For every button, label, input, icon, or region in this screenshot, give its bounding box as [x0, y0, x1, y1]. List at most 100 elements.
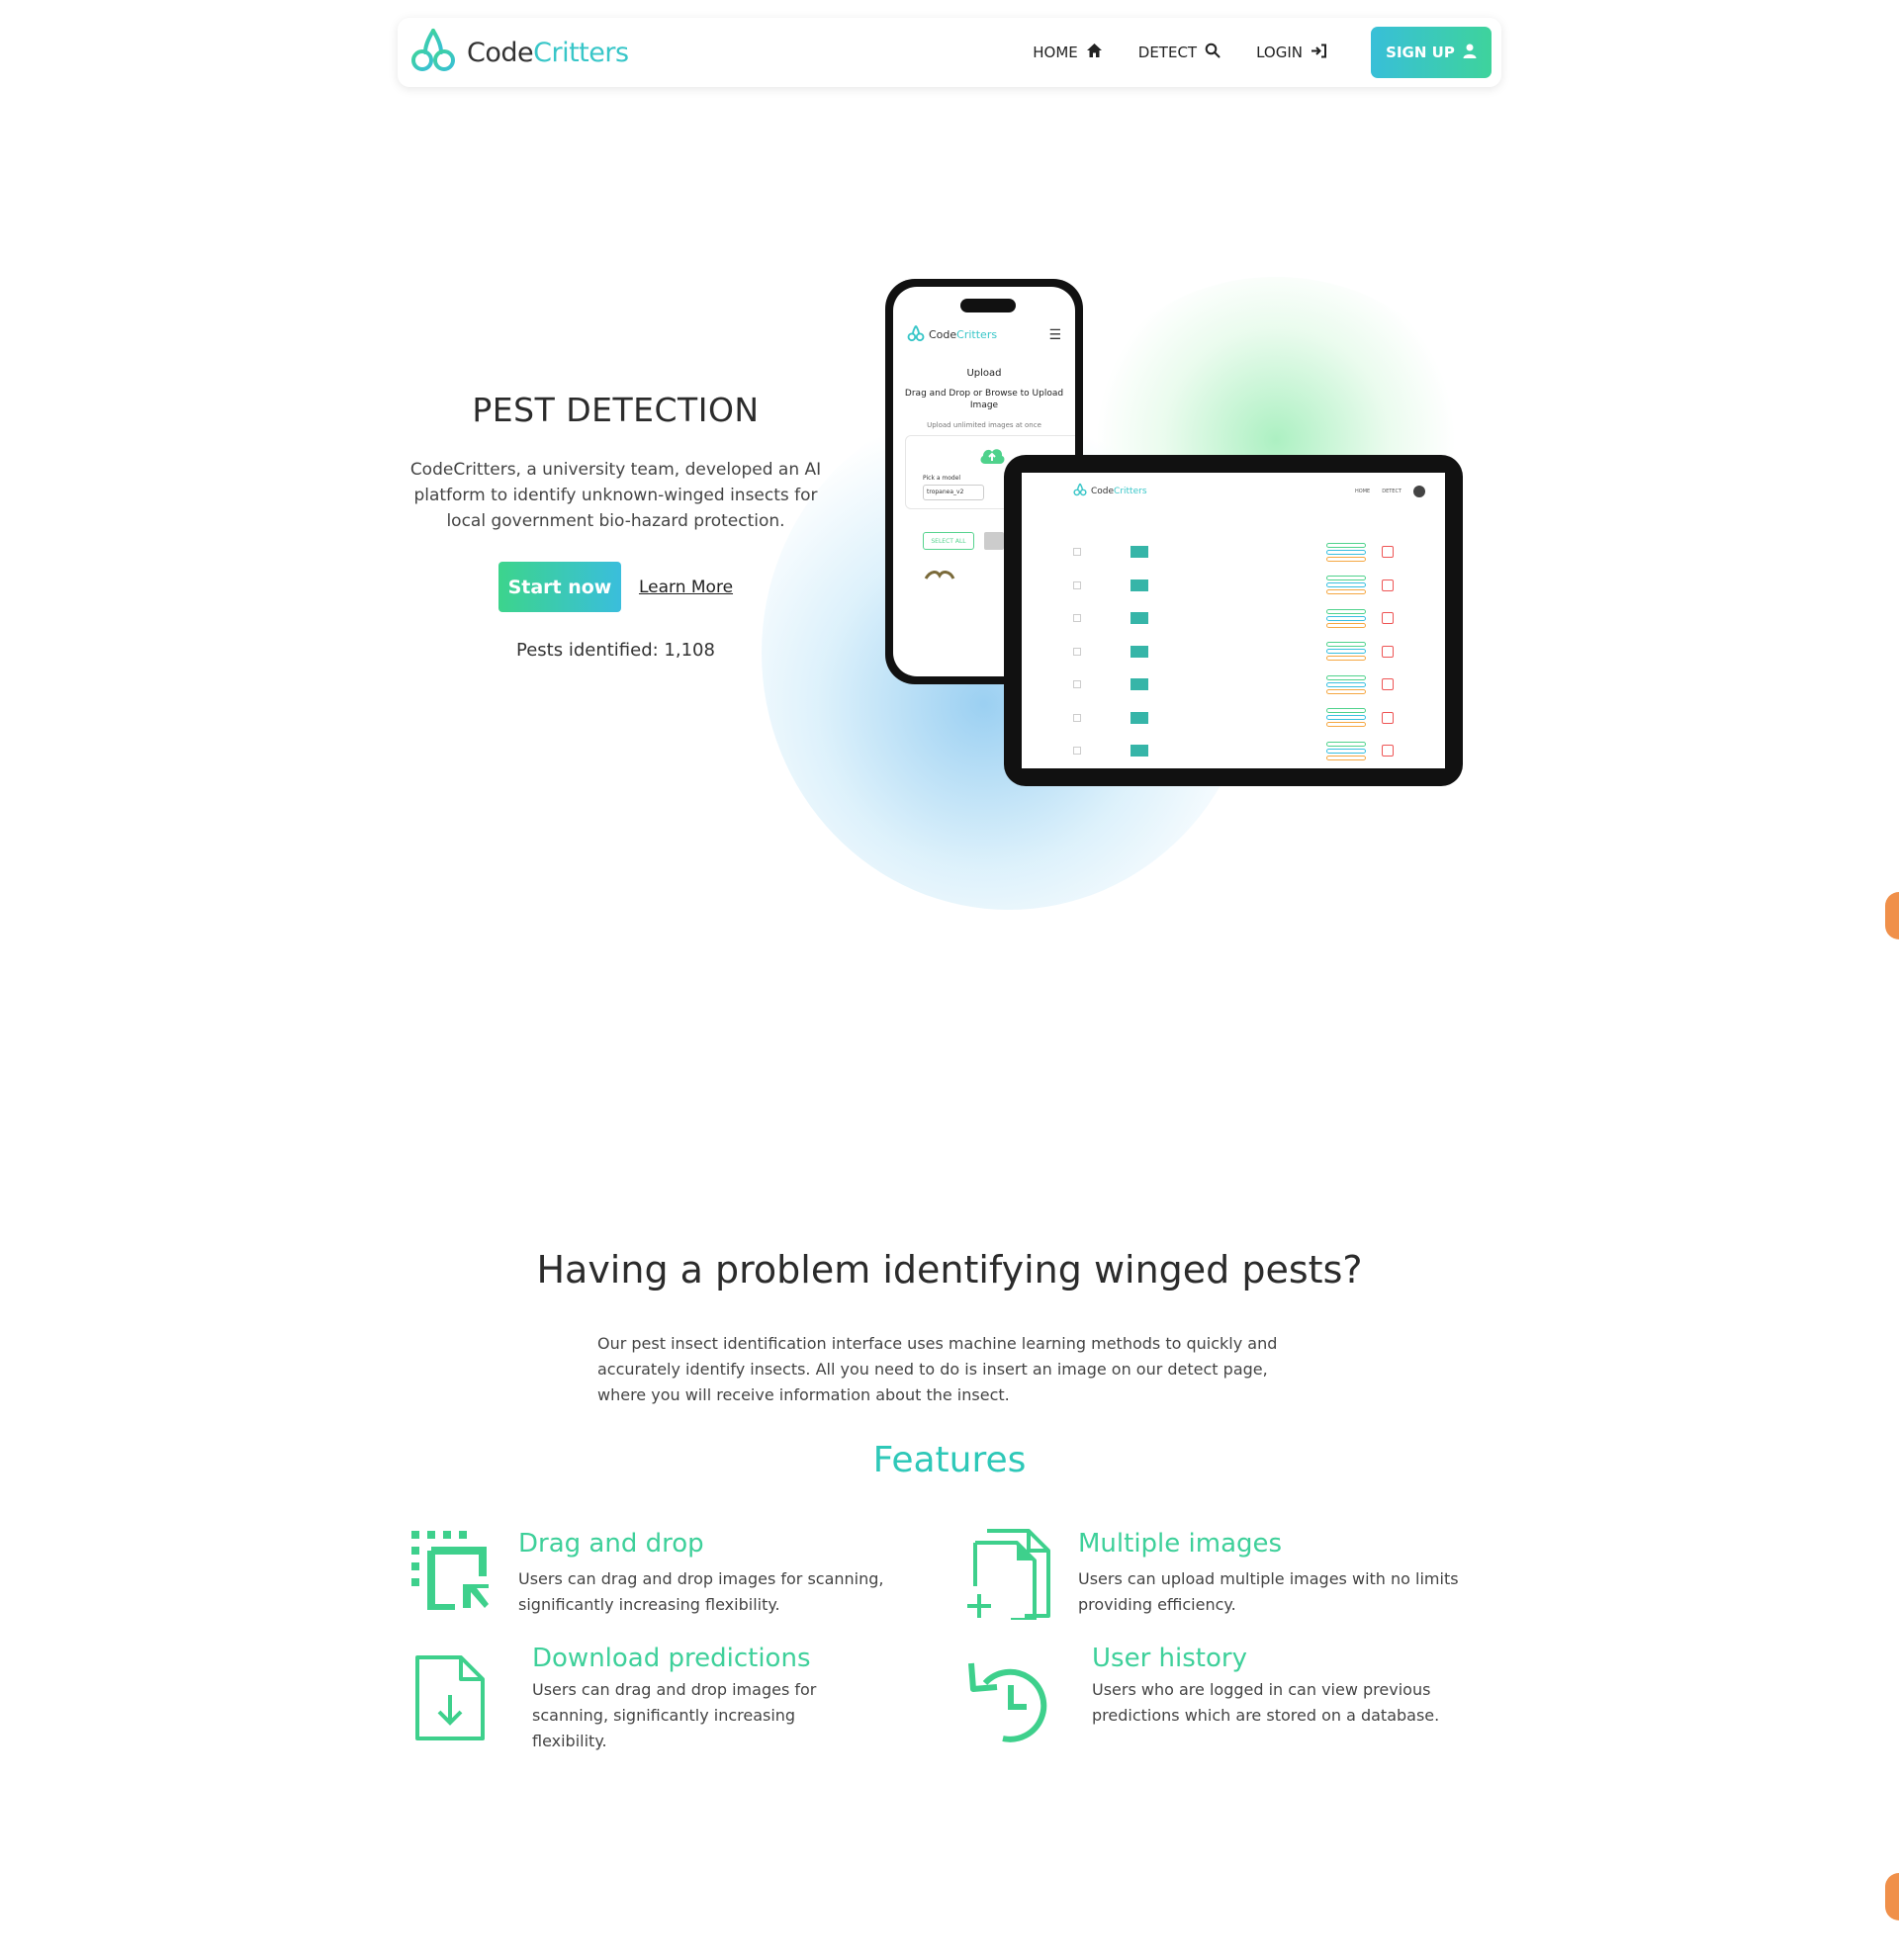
brand-name: CodeCritters: [467, 37, 629, 68]
delete-icon: [1382, 612, 1394, 624]
feature-multiple-images-text: Users can upload multiple images with no…: [1078, 1569, 1459, 1614]
tablet-table-row: [1073, 737, 1394, 764]
feature-multiple-images-title: Multiple images: [1078, 1529, 1283, 1559]
tablet-row-checkbox: [1073, 747, 1081, 755]
phone-select-all: SELECT ALL: [923, 532, 974, 550]
phone-brand: CodeCritters: [929, 328, 998, 341]
prediction-tag: [1326, 674, 1366, 680]
feature-download-predictions: Download predictions Users can drag and …: [413, 1644, 868, 1754]
tablet-row-prediction-tags: [1326, 741, 1366, 760]
phone-notch: [960, 299, 1016, 312]
prediction-tag: [1326, 556, 1366, 562]
tablet-row-checkbox: [1073, 614, 1081, 622]
tablet-row-prediction-tags: [1326, 708, 1366, 727]
learn-more-link[interactable]: Learn More: [639, 578, 733, 597]
tablet-row-thumbnail: [1130, 678, 1148, 690]
phone-insect-thumbnail: [923, 568, 956, 586]
phone-drag-text: Drag and Drop or Browse to Upload Image: [904, 389, 1064, 410]
tablet-row-prediction-tags: [1326, 674, 1366, 694]
prediction-tag: [1326, 642, 1366, 647]
tablet-row-checkbox: [1073, 647, 1081, 656]
prediction-tag: [1326, 748, 1366, 754]
delete-icon: [1382, 678, 1394, 690]
side-orange-tab-2[interactable]: [1885, 1873, 1899, 1920]
phone-grey-button: [984, 532, 1004, 550]
phone-unlimited-text: Upload unlimited images at once: [927, 421, 1041, 429]
delete-icon: [1382, 745, 1394, 757]
prediction-tag: [1326, 622, 1366, 628]
feature-multiple-images: Multiple images Users can upload multipl…: [965, 1529, 1480, 1622]
nav-home-label: HOME: [1033, 44, 1078, 61]
prediction-tag: [1326, 708, 1366, 713]
feature-history-text: Users who are logged in can view previou…: [1092, 1680, 1440, 1725]
prediction-tag: [1326, 741, 1366, 747]
search-icon: [1205, 43, 1221, 62]
prediction-tag: [1326, 688, 1366, 694]
nav-detect[interactable]: DETECT: [1138, 43, 1221, 62]
phone-upload-title: Upload: [966, 368, 1002, 379]
side-orange-tab[interactable]: [1885, 892, 1899, 939]
prediction-tag: [1326, 582, 1366, 587]
prediction-tag: [1326, 715, 1366, 720]
delete-icon: [1382, 711, 1394, 724]
tablet-row-thumbnail: [1130, 612, 1148, 624]
tablet-row-checkbox: [1073, 713, 1081, 722]
tablet-table-row: [1073, 638, 1394, 666]
feature-download-title: Download predictions: [532, 1644, 811, 1673]
tablet-row-prediction-tags: [1326, 642, 1366, 661]
history-icon: [967, 1655, 1052, 1748]
prediction-tag: [1326, 649, 1366, 654]
nav-detect-label: DETECT: [1137, 44, 1198, 61]
phone-model-select: tropanea_v2: [923, 485, 984, 500]
tablet-brand: CodeCritters: [1091, 486, 1147, 496]
multiple-files-icon: [965, 1529, 1050, 1624]
phone-logo-icon: [907, 324, 925, 345]
nav-home[interactable]: HOME: [1033, 43, 1103, 62]
brand-logo[interactable]: CodeCritters: [409, 27, 629, 78]
tablet-row-checkbox: [1073, 680, 1081, 688]
cloud-upload-icon: [978, 445, 1006, 469]
signup-button[interactable]: SIGN UP: [1371, 27, 1492, 78]
feature-drag-drop: Drag and drop Users can drag and drop im…: [409, 1529, 924, 1618]
tablet-nav-detect: DETECT: [1382, 488, 1402, 494]
tablet-row-checkbox: [1073, 580, 1081, 589]
user-icon: [1463, 44, 1477, 62]
tablet-table-row: [1073, 670, 1394, 698]
tablet-row-thumbnail: [1130, 546, 1148, 558]
prediction-tag: [1326, 608, 1366, 614]
delete-icon: [1382, 579, 1394, 591]
tablet-row-prediction-tags: [1326, 576, 1366, 594]
hero-description: CodeCritters, a university team, develop…: [409, 460, 822, 531]
tablet-nav-home: HOME: [1355, 488, 1371, 494]
delete-icon: [1382, 645, 1394, 658]
tablet-table-row: [1073, 604, 1394, 632]
feature-drag-drop-title: Drag and drop: [518, 1529, 704, 1559]
tablet-row-thumbnail: [1130, 745, 1148, 757]
feature-history-title: User history: [1092, 1644, 1247, 1673]
signup-label: SIGN UP: [1386, 44, 1455, 61]
tablet-logo-icon: [1073, 483, 1087, 499]
tablet-row-thumbnail: [1130, 711, 1148, 724]
tablet-row-prediction-tags: [1326, 608, 1366, 628]
problem-description: Our pest insect identification interface…: [597, 1334, 1278, 1404]
file-download-icon: [413, 1655, 487, 1744]
prediction-tag: [1326, 615, 1366, 621]
feature-user-history: User history Users who are logged in can…: [967, 1644, 1462, 1742]
hero-title: PEST DETECTION: [472, 391, 760, 429]
prediction-tag: [1326, 656, 1366, 661]
prediction-tag: [1326, 549, 1366, 555]
tablet-table-row: [1073, 704, 1394, 732]
hamburger-menu-icon: ☰: [1048, 326, 1061, 343]
feature-drag-drop-text: Users can drag and drop images for scann…: [518, 1569, 884, 1614]
navbar: CodeCritters HOME DETECT LOGIN SIGN UP: [398, 18, 1501, 87]
phone-pick-model-label: Pick a model: [923, 475, 961, 482]
nav-login[interactable]: LOGIN: [1256, 44, 1327, 62]
start-now-button[interactable]: Start now: [497, 562, 621, 612]
tablet-row-prediction-tags: [1326, 542, 1366, 562]
tablet-row-thumbnail: [1130, 645, 1148, 658]
problem-title: Having a problem identifying winged pest…: [536, 1248, 1363, 1292]
nav-login-label: LOGIN: [1256, 44, 1303, 61]
delete-icon: [1382, 546, 1394, 558]
tablet-table-row: [1073, 538, 1394, 566]
prediction-tag: [1326, 722, 1366, 727]
